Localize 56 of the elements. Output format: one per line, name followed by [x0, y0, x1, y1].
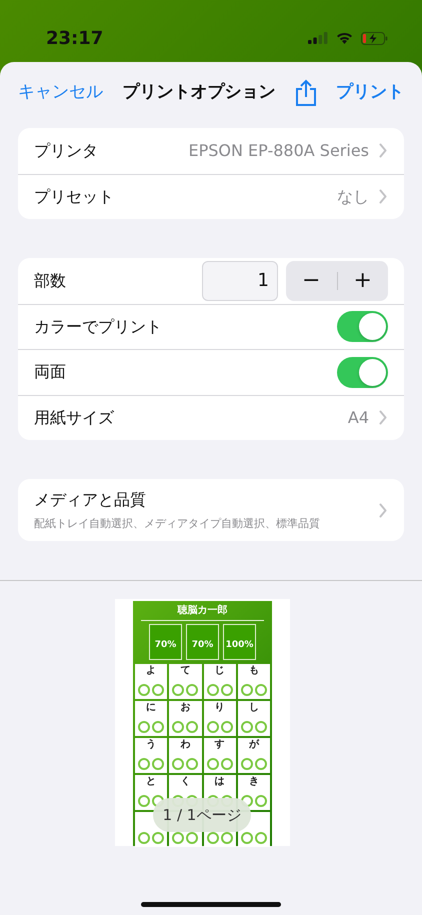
copies-field[interactable]: 1: [202, 260, 278, 301]
row-value: なし: [337, 186, 369, 208]
minus-button[interactable]: −: [286, 268, 336, 293]
score-text: 70%: [149, 624, 182, 660]
settings-row[interactable]: プリセット なし: [18, 174, 404, 219]
kana-text: に: [145, 702, 158, 714]
score-text: 70%: [186, 624, 219, 660]
kana-text: じ: [214, 665, 226, 677]
row-label: プリセット: [34, 186, 114, 208]
row-label: 用紙サイズ: [34, 406, 114, 429]
kana-text: て: [179, 665, 192, 677]
kana-text: が: [248, 739, 260, 751]
document-title: 聴脳カ一郎: [141, 603, 264, 621]
plus-button[interactable]: +: [338, 268, 388, 293]
toggle-switch[interactable]: [337, 311, 388, 342]
chevron-icon: [379, 410, 388, 426]
row-label: 部数: [34, 270, 66, 292]
kana-text: う: [145, 739, 158, 751]
answer-circles-drawing: [206, 832, 234, 844]
row-value: A4: [348, 406, 369, 429]
toggle-switch[interactable]: [337, 356, 388, 388]
kana-text: り: [214, 702, 226, 714]
row-label: 両面: [34, 361, 66, 384]
status-time: 23:17: [46, 26, 104, 50]
kana-text: と: [145, 776, 158, 788]
stepper-control[interactable]: − +: [286, 260, 388, 301]
settings-row[interactable]: 用紙サイズ A4: [18, 394, 404, 440]
chevron-icon: [379, 502, 388, 518]
kana-text: わ: [179, 739, 192, 751]
row-label: カラーでプリント: [34, 316, 162, 338]
kana-text: お: [179, 702, 192, 714]
share-icon[interactable]: [294, 79, 317, 107]
kana-text: よ: [145, 665, 158, 677]
signal-icon: [308, 32, 328, 44]
kana-text: し: [248, 702, 260, 714]
answer-circles-drawing: [171, 832, 200, 844]
row-label: プリンタ: [34, 140, 98, 162]
kana-text: も: [248, 665, 260, 677]
chevron-icon: [379, 189, 388, 204]
kana-text: く: [179, 776, 192, 788]
print-button[interactable]: プリント: [336, 80, 404, 106]
row-label: メディアと品質: [34, 488, 147, 511]
row-subtitle: 配紙トレイ自動選択、メディアタイプ自動選択、標準品質: [34, 516, 320, 532]
settings-row[interactable]: メディアと品質 配紙トレイ自動選択、メディアタイプ自動選択、標準品質: [18, 479, 404, 541]
settings-row[interactable]: プリンタ EPSON EP-880A Series: [18, 128, 404, 174]
cancel-button[interactable]: キャンセル: [18, 80, 103, 106]
kana-text: す: [214, 739, 226, 751]
sheet-title: プリントオプション: [122, 81, 276, 104]
row-value: EPSON EP-880A Series: [188, 140, 369, 162]
kana-text: き: [248, 776, 260, 788]
chevron-icon: [379, 143, 388, 158]
score-text: 100%: [223, 624, 256, 660]
wifi-icon: [336, 32, 353, 44]
page-indicator: 1 / 1ページ: [153, 798, 251, 832]
battery-icon: [361, 32, 388, 44]
kana-text: は: [214, 776, 226, 788]
